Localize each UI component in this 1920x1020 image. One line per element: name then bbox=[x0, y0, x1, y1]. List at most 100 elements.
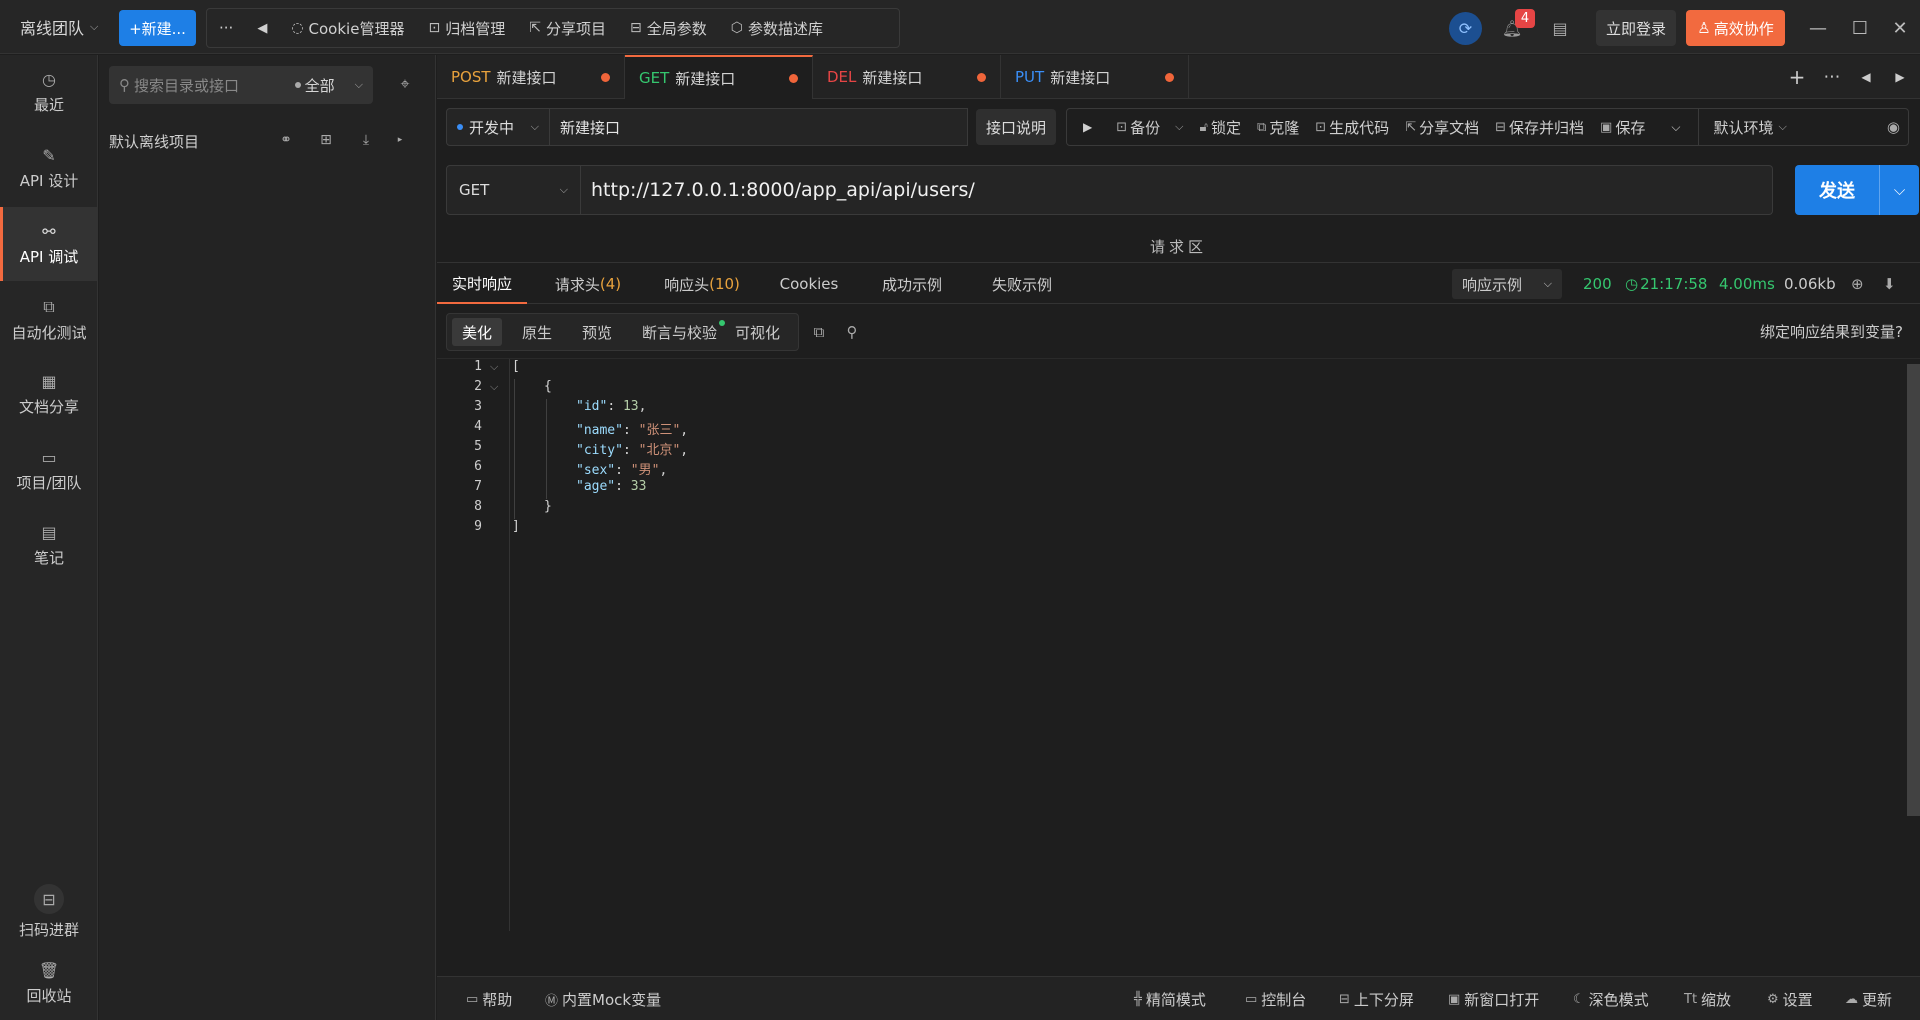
api-name-input[interactable] bbox=[550, 108, 968, 146]
view-preview[interactable]: 预览 bbox=[572, 318, 622, 346]
triangle-left-icon: ◀ bbox=[257, 20, 268, 36]
tab-request-headers[interactable]: 请求头 (4) bbox=[538, 264, 638, 304]
tab-response-headers[interactable]: 响应头 (10) bbox=[648, 264, 756, 304]
split-view-button[interactable]: ⊟ 上下分屏 bbox=[1339, 977, 1414, 1020]
param-library-button[interactable]: ⬡ 参数描述库 bbox=[719, 9, 835, 47]
nav-trash[interactable]: 🗑︎ 回收站 bbox=[0, 946, 98, 1020]
login-button[interactable]: 立即登录 bbox=[1596, 10, 1676, 46]
lock-button[interactable]: 🔓︎ 锁定 bbox=[1192, 109, 1249, 145]
send-options-icon[interactable]: ⌵ bbox=[1880, 181, 1919, 199]
import-icon[interactable]: ⤓ bbox=[355, 129, 377, 151]
filter-select[interactable]: 全部 ⌵ bbox=[294, 75, 363, 96]
locate-icon[interactable]: ⌖ bbox=[394, 73, 416, 95]
nav-api-debug[interactable]: ⚯ API 调试 bbox=[0, 207, 98, 281]
fold-icon[interactable]: ⌵ bbox=[490, 380, 498, 394]
api-description-button[interactable]: 接口说明 bbox=[976, 109, 1056, 145]
tab-live-response[interactable]: 实时响应 bbox=[437, 264, 527, 304]
tab-cookies[interactable]: Cookies bbox=[764, 264, 854, 304]
add-tab-icon[interactable]: + bbox=[1787, 65, 1807, 89]
tab-get[interactable]: GET 新建接口 bbox=[625, 55, 813, 99]
nav-projects[interactable]: ▭ 项目/团队 bbox=[0, 433, 98, 507]
tab-success-example[interactable]: 成功示例 bbox=[867, 264, 957, 304]
notes-icon[interactable]: ▤ bbox=[1548, 14, 1572, 42]
collab-button[interactable]: ♙ 高效协作 bbox=[1686, 10, 1785, 46]
globe-icon[interactable]: ⊕ bbox=[1851, 264, 1864, 304]
editor-scrollbar[interactable] bbox=[1907, 364, 1920, 816]
nav-qr-group[interactable]: ⊟ 扫码进群 bbox=[0, 875, 98, 949]
send-button[interactable]: 发送 bbox=[1795, 177, 1879, 203]
tab-post[interactable]: POST 新建接口 bbox=[437, 55, 625, 99]
environment-select[interactable]: 默认环境 ⌵ bbox=[1698, 109, 1794, 145]
console-button[interactable]: ▭ 控制台 bbox=[1245, 977, 1306, 1020]
copy-icon[interactable]: ⧉ bbox=[808, 321, 830, 343]
share-project-button[interactable]: ⇱ 分享项目 bbox=[517, 9, 618, 47]
nav-api-design[interactable]: ✎ API 设计 bbox=[0, 131, 98, 205]
search-icon[interactable]: ⚲ bbox=[841, 321, 863, 343]
status-footer: ▭ 帮助 Ⓜ 内置Mock变量 ╬ 精简模式 ▭ 控制台 ⊟ 上下分屏 ▣ 新窗口打开 ☾ 深… bbox=[437, 976, 1920, 1020]
response-example-select[interactable]: 响应示例 ⌵ bbox=[1452, 269, 1562, 299]
backup-button[interactable]: ⊡ 备份 ⌵ bbox=[1108, 109, 1191, 145]
compact-mode-button[interactable]: ╬ 精简模式 bbox=[1134, 977, 1206, 1020]
mock-variables-button[interactable]: Ⓜ 内置Mock变量 bbox=[545, 977, 661, 1020]
view-raw[interactable]: 原生 bbox=[512, 318, 562, 346]
new-button[interactable]: +新建... bbox=[119, 10, 196, 46]
save-button[interactable]: ▣ 保存 bbox=[1592, 109, 1653, 145]
more-arrow-icon[interactable]: ▸ bbox=[389, 129, 411, 151]
bind-variable-link[interactable]: 绑定响应结果到变量? bbox=[1760, 321, 1903, 342]
maximize-icon[interactable]: ☐ bbox=[1846, 14, 1874, 42]
sync-icon[interactable]: ⟳ bbox=[1449, 12, 1482, 45]
settings-button[interactable]: ⚙ 设置 bbox=[1767, 977, 1813, 1020]
view-visualize[interactable]: 可视化 bbox=[725, 318, 790, 346]
request-area-label[interactable]: 请求区 bbox=[437, 231, 1920, 263]
zoom-button[interactable]: Tt 缩放 bbox=[1684, 977, 1731, 1020]
archive-manager-button[interactable]: ⊡ 归档管理 bbox=[416, 9, 517, 47]
update-button[interactable]: ☁ 更新 bbox=[1845, 977, 1892, 1020]
nav-doc-share[interactable]: ▦ 文档分享 bbox=[0, 357, 98, 431]
search-input[interactable]: ⚲ 搜索目录或接口 全部 ⌵ bbox=[109, 66, 373, 104]
add-api-icon[interactable]: ⚭ bbox=[275, 129, 297, 151]
minimize-icon[interactable]: — bbox=[1804, 14, 1832, 42]
more-icon[interactable]: ⋯ bbox=[1822, 67, 1842, 87]
archive-icon: ⊡ bbox=[428, 20, 441, 36]
lock-icon: 🔓︎ bbox=[1199, 119, 1208, 135]
doc-icon: ▦ bbox=[41, 371, 57, 391]
window-icon: ▣ bbox=[1448, 991, 1461, 1007]
nav-notes[interactable]: ▤ 笔记 bbox=[0, 508, 98, 582]
new-window-button[interactable]: ▣ 新窗口打开 bbox=[1448, 977, 1539, 1020]
collapse-button[interactable]: ◀ bbox=[245, 9, 279, 47]
method-select[interactable]: GET ⌵ bbox=[446, 165, 581, 215]
close-icon[interactable]: ✕ bbox=[1886, 14, 1914, 42]
code-area: [ { "id": 13, "name": "张三", "city": "北京"… bbox=[512, 359, 689, 534]
view-assertions[interactable]: 断言与校验 bbox=[632, 318, 727, 346]
run-button[interactable]: ▶ bbox=[1067, 109, 1108, 145]
team-selector[interactable]: 离线团队 ⌵ bbox=[20, 14, 98, 40]
nav-automation[interactable]: ⧉ 自动化测试 bbox=[0, 283, 98, 357]
scroll-left-icon[interactable]: ◀ bbox=[1856, 67, 1876, 87]
cookie-manager-button[interactable]: ◌ Cookie管理器 bbox=[279, 9, 416, 47]
tab-failure-example[interactable]: 失败示例 bbox=[977, 264, 1067, 304]
link-icon: ⚯ bbox=[42, 221, 56, 241]
global-params-button[interactable]: ⊟ 全局参数 bbox=[618, 9, 719, 47]
help-button[interactable]: ▭ 帮助 bbox=[466, 977, 512, 1020]
save-archive-button[interactable]: ⊟ 保存并归档 bbox=[1487, 109, 1592, 145]
generate-code-button[interactable]: ⊡ 生成代码 bbox=[1307, 109, 1397, 145]
code-icon: ⊡ bbox=[1315, 119, 1327, 135]
fold-icon[interactable]: ⌵ bbox=[490, 360, 498, 374]
env-status-select[interactable]: 开发中 ⌵ bbox=[446, 108, 550, 146]
scroll-right-icon[interactable]: ▶ bbox=[1890, 67, 1910, 87]
url-input[interactable] bbox=[581, 165, 1773, 215]
new-folder-icon[interactable]: ⊞ bbox=[315, 129, 337, 151]
more-button[interactable]: ··· bbox=[207, 9, 245, 47]
dark-mode-button[interactable]: ☾ 深色模式 bbox=[1573, 977, 1649, 1020]
download-icon[interactable]: ⬇ bbox=[1883, 264, 1896, 304]
save-icon: ▣ bbox=[1600, 119, 1613, 135]
tab-put[interactable]: PUT 新建接口 bbox=[1001, 55, 1189, 99]
clone-button[interactable]: ⧉ 克隆 bbox=[1249, 109, 1307, 145]
response-body-editor[interactable]: 1 ⌵ 2 ⌵ 3 4 5 6 7 8 9 [ { "id": 13, "name"… bbox=[437, 358, 1920, 931]
view-beautify[interactable]: 美化 bbox=[452, 318, 503, 346]
share-doc-button[interactable]: ⇱ 分享文档 bbox=[1397, 109, 1487, 145]
nav-recent[interactable]: ◷ 最近 bbox=[0, 55, 98, 129]
save-options-button[interactable]: ⌵ bbox=[1653, 109, 1698, 145]
eye-icon[interactable]: ◉ bbox=[1879, 109, 1908, 145]
tab-del[interactable]: DEL 新建接口 bbox=[813, 55, 1001, 99]
